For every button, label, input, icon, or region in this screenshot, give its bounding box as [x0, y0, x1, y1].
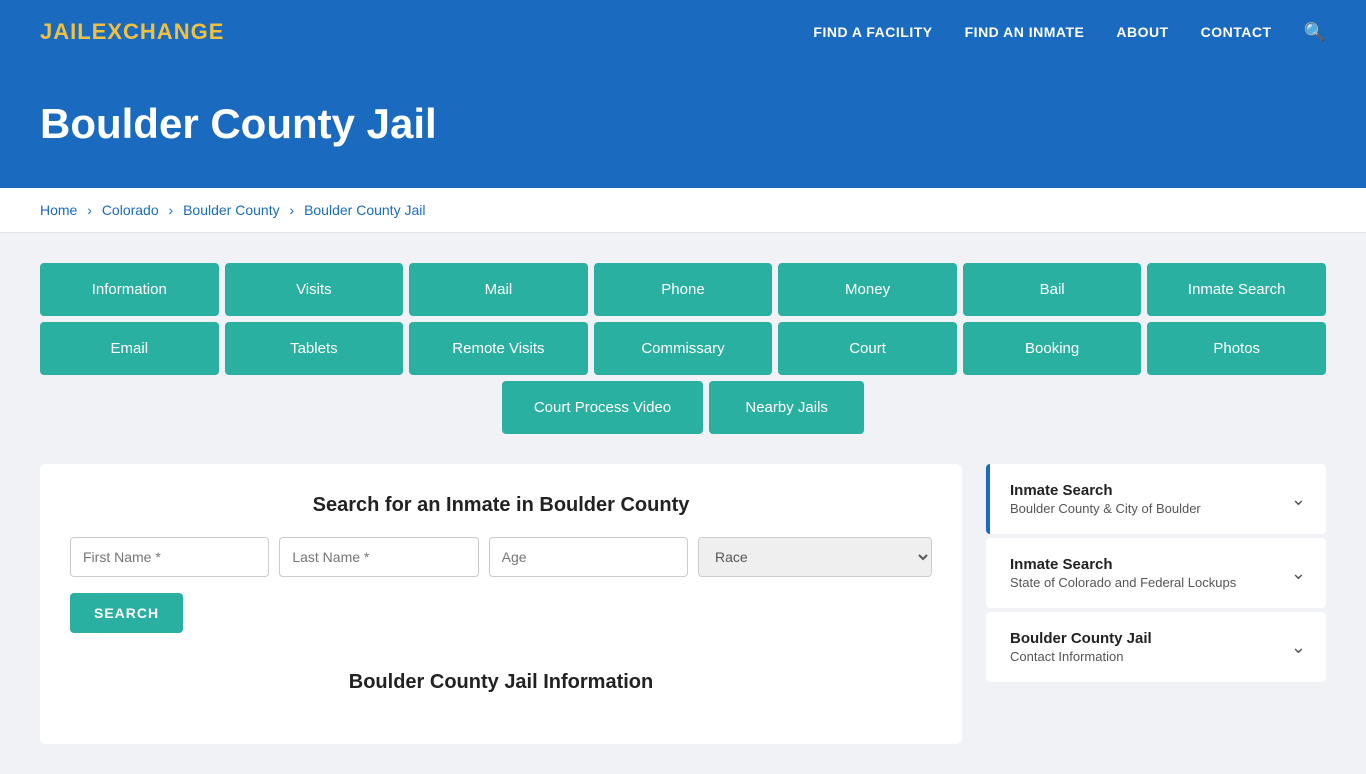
btn-money[interactable]: Money	[778, 263, 957, 316]
search-title: Search for an Inmate in Boulder County	[70, 494, 932, 517]
main-content: Information Visits Mail Phone Money Bail…	[0, 233, 1366, 774]
chevron-down-icon-3: ⌄	[1291, 637, 1306, 658]
sidebar-card-subtitle-3: Contact Information	[1010, 649, 1152, 664]
navbar: JAILEXCHANGE FIND A FACILITY FIND AN INM…	[0, 0, 1366, 64]
btn-nearby-jails[interactable]: Nearby Jails	[709, 381, 864, 434]
btn-court[interactable]: Court	[778, 322, 957, 375]
breadcrumb-sep3: ›	[290, 202, 299, 218]
logo-exchange: EXCHANGE	[92, 19, 225, 44]
last-name-input[interactable]	[279, 537, 478, 577]
breadcrumb: Home › Colorado › Boulder County › Bould…	[0, 188, 1366, 233]
btn-commissary[interactable]: Commissary	[594, 322, 773, 375]
sidebar-card-contact-info[interactable]: Boulder County Jail Contact Information …	[986, 612, 1326, 682]
btn-mail[interactable]: Mail	[409, 263, 588, 316]
search-button[interactable]: SEARCH	[70, 593, 183, 633]
sidebar-card-title-1: Inmate Search	[1010, 482, 1201, 499]
btn-phone[interactable]: Phone	[594, 263, 773, 316]
sidebar-card-text-1: Inmate Search Boulder County & City of B…	[1010, 482, 1201, 516]
search-icon[interactable]: 🔍	[1304, 22, 1326, 43]
sidebar-card-boulder-inmate[interactable]: Inmate Search Boulder County & City of B…	[986, 464, 1326, 534]
chevron-down-icon-2: ⌄	[1291, 563, 1306, 584]
breadcrumb-boulder-county[interactable]: Boulder County	[183, 202, 280, 218]
btn-booking[interactable]: Booking	[963, 322, 1142, 375]
breadcrumb-colorado[interactable]: Colorado	[102, 202, 159, 218]
sidebar-card-text-2: Inmate Search State of Colorado and Fede…	[1010, 556, 1236, 590]
sidebar-card-title-3: Boulder County Jail	[1010, 630, 1152, 647]
btn-court-process-video[interactable]: Court Process Video	[502, 381, 703, 434]
sidebar-card-colorado-inmate[interactable]: Inmate Search State of Colorado and Fede…	[986, 538, 1326, 608]
button-grid-row2: Email Tablets Remote Visits Commissary C…	[40, 322, 1326, 375]
button-grid-row3: Court Process Video Nearby Jails	[40, 381, 1326, 434]
btn-inmate-search[interactable]: Inmate Search	[1147, 263, 1326, 316]
btn-remote-visits[interactable]: Remote Visits	[409, 322, 588, 375]
sidebar: Inmate Search Boulder County & City of B…	[986, 464, 1326, 686]
breadcrumb-sep2: ›	[169, 202, 178, 218]
nav-contact[interactable]: CONTACT	[1201, 24, 1272, 40]
breadcrumb-sep1: ›	[87, 202, 96, 218]
sidebar-card-subtitle-1: Boulder County & City of Boulder	[1010, 501, 1201, 516]
content-row: Search for an Inmate in Boulder County R…	[40, 464, 1326, 744]
breadcrumb-home[interactable]: Home	[40, 202, 77, 218]
section-title: Boulder County Jail Information	[70, 661, 932, 694]
age-input[interactable]	[489, 537, 688, 577]
search-panel: Search for an Inmate in Boulder County R…	[40, 464, 962, 744]
nav-find-inmate[interactable]: FIND AN INMATE	[965, 24, 1085, 40]
btn-information[interactable]: Information	[40, 263, 219, 316]
search-fields: Race White Black Hispanic Asian Other	[70, 537, 932, 577]
nav-about[interactable]: ABOUT	[1116, 24, 1168, 40]
btn-tablets[interactable]: Tablets	[225, 322, 404, 375]
btn-photos[interactable]: Photos	[1147, 322, 1326, 375]
sidebar-card-text-3: Boulder County Jail Contact Information	[1010, 630, 1152, 664]
sidebar-card-title-2: Inmate Search	[1010, 556, 1236, 573]
logo-part1: JAIL	[40, 19, 92, 44]
sidebar-card-subtitle-2: State of Colorado and Federal Lockups	[1010, 575, 1236, 590]
nav-links: FIND A FACILITY FIND AN INMATE ABOUT CON…	[813, 22, 1326, 43]
btn-email[interactable]: Email	[40, 322, 219, 375]
button-grid-row1: Information Visits Mail Phone Money Bail…	[40, 263, 1326, 316]
breadcrumb-current[interactable]: Boulder County Jail	[304, 202, 425, 218]
race-select[interactable]: Race White Black Hispanic Asian Other	[698, 537, 932, 577]
nav-find-facility[interactable]: FIND A FACILITY	[813, 24, 932, 40]
first-name-input[interactable]	[70, 537, 269, 577]
chevron-down-icon-1: ⌄	[1291, 489, 1306, 510]
btn-visits[interactable]: Visits	[225, 263, 404, 316]
btn-bail[interactable]: Bail	[963, 263, 1142, 316]
site-logo[interactable]: JAILEXCHANGE	[40, 19, 224, 45]
hero-banner: Boulder County Jail	[0, 64, 1366, 188]
page-title: Boulder County Jail	[40, 100, 1326, 148]
